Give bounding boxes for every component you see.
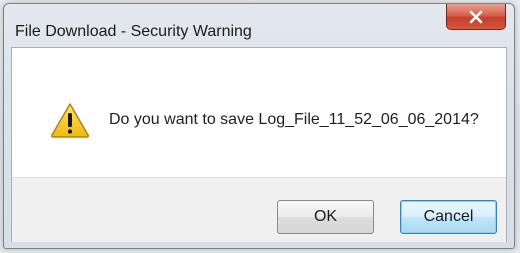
dialog-title: File Download - Security Warning [15,23,252,40]
dialog-body: Do you want to save Log_File_11_52_06_06… [11,47,507,242]
cancel-button[interactable]: Cancel [400,200,497,234]
confirmation-message: Do you want to save Log_File_11_52_06_06… [109,111,479,128]
security-warning-dialog: File Download - Security Warning Do you … [3,3,515,249]
title-bar[interactable]: File Download - Security Warning [4,4,514,48]
button-bar: OK Cancel [12,177,506,242]
ok-button[interactable]: OK [277,200,374,234]
close-button[interactable] [446,4,506,30]
message-area: Do you want to save Log_File_11_52_06_06… [12,48,506,177]
warning-icon [50,103,90,138]
close-icon [469,10,483,23]
